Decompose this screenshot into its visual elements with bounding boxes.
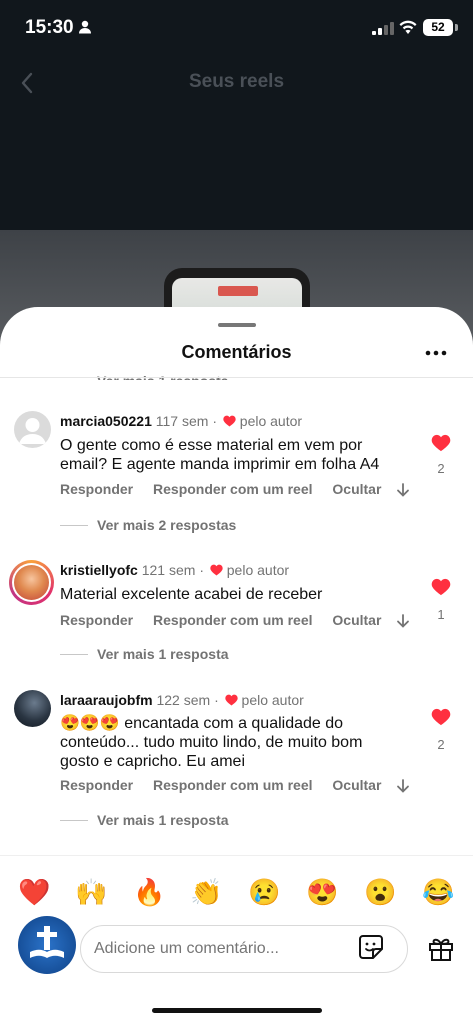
- emoji-laughing[interactable]: 😂: [422, 876, 454, 908]
- meta-separator: ·: [214, 692, 219, 708]
- down-arrow-icon[interactable]: [396, 483, 410, 497]
- sheet-title: Comentários: [181, 342, 292, 362]
- hide-button[interactable]: Ocultar: [332, 612, 381, 628]
- reply-with-reel-button[interactable]: Responder com um reel: [153, 777, 313, 793]
- author-like-heart-icon: [224, 694, 238, 706]
- comment-username[interactable]: marcia050221: [60, 413, 152, 429]
- page-title: Seus reels: [188, 71, 285, 92]
- like-count: 1: [437, 607, 445, 622]
- view-more-replies-label: Ver mais 2 respostas: [97, 517, 237, 533]
- sheet-grabber[interactable]: [218, 323, 256, 327]
- more-replies-partial[interactable]: Ver mais 1 resposta: [97, 370, 229, 380]
- like-heart-icon[interactable]: [431, 708, 451, 726]
- person-icon: [79, 20, 91, 34]
- reply-button[interactable]: Responder: [60, 777, 133, 793]
- replies-line: [60, 654, 88, 655]
- status-bar: 15:30 52: [0, 0, 473, 56]
- view-more-replies-button[interactable]: Ver mais 1 resposta: [60, 812, 229, 828]
- emoji-quick-bar: ❤️ 🙌 🔥 👏 😢 😍 😮 😂: [0, 855, 473, 925]
- battery-indicator: 52: [423, 19, 453, 36]
- comment-meta: marcia050221 117 sem · pelo autor: [60, 413, 302, 429]
- like-count: 2: [437, 461, 445, 476]
- avatar-photo: [14, 565, 49, 600]
- default-avatar-icon: [19, 418, 46, 444]
- more-options-icon[interactable]: [425, 350, 447, 356]
- wifi-icon: [399, 20, 417, 34]
- replies-line: [60, 820, 88, 821]
- battery-tip: [455, 24, 458, 31]
- comment-username[interactable]: laraaraujobfm: [60, 692, 153, 708]
- comment-meta: laraaraujobfm 122 sem · pelo autor: [60, 692, 304, 708]
- emoji-crying[interactable]: 😢: [248, 876, 280, 908]
- comment-age: 122 sem: [156, 692, 211, 708]
- status-time: 15:30: [25, 17, 74, 38]
- reply-with-reel-button[interactable]: Responder com um reel: [153, 612, 313, 628]
- emoji-raised-hands[interactable]: 🙌: [75, 876, 107, 908]
- view-more-replies-label: Ver mais 1 resposta: [97, 812, 229, 828]
- view-more-replies-button[interactable]: Ver mais 2 respostas: [60, 517, 236, 533]
- emoji-heart[interactable]: ❤️: [18, 876, 50, 908]
- like-heart-icon[interactable]: [431, 434, 451, 452]
- comment-meta: kristiellyofc 121 sem · pelo autor: [60, 562, 289, 578]
- meta-separator: ·: [199, 562, 204, 578]
- avatar[interactable]: [14, 690, 51, 727]
- gift-icon[interactable]: [427, 934, 455, 962]
- avatar[interactable]: [9, 560, 54, 605]
- reply-with-reel-button[interactable]: Responder com um reel: [153, 481, 313, 497]
- comment-age: 121 sem: [141, 562, 196, 578]
- comment-age: 117 sem: [155, 413, 209, 429]
- emoji-heart-eyes[interactable]: 😍: [306, 876, 338, 908]
- signal-icon: [372, 22, 394, 35]
- view-more-replies-button[interactable]: Ver mais 1 resposta: [60, 646, 229, 662]
- replies-line: [60, 525, 88, 526]
- down-arrow-icon[interactable]: [396, 779, 410, 793]
- sticker-icon[interactable]: [358, 934, 384, 960]
- emoji-fire[interactable]: 🔥: [133, 876, 165, 908]
- sheet-divider: [0, 377, 473, 378]
- comments-sheet: Comentários Ver mais 1 resposta marcia05…: [0, 307, 473, 1024]
- my-avatar: [18, 916, 76, 974]
- comment-actions: Responder Responder com um reel Ocultar: [60, 481, 397, 497]
- hide-button[interactable]: Ocultar: [332, 481, 381, 497]
- avatar-ring-inner: [12, 563, 51, 602]
- reel-thumbnail-sticker: [218, 286, 258, 296]
- like-count: 2: [437, 737, 445, 752]
- home-indicator: [152, 1008, 322, 1013]
- author-like-heart-icon: [223, 415, 236, 427]
- reply-button[interactable]: Responder: [60, 481, 133, 497]
- emoji-clap[interactable]: 👏: [190, 876, 222, 908]
- comment-actions: Responder Responder com um reel Ocultar: [60, 777, 397, 793]
- author-like-heart-icon: [210, 564, 223, 576]
- hide-button[interactable]: Ocultar: [332, 777, 381, 793]
- comment-text: O gente como é esse material em vem por …: [60, 437, 380, 473]
- author-like-label: pelo autor: [239, 413, 303, 429]
- church-logo-icon: [30, 926, 64, 958]
- comment-text: 😍😍😍 encantada com a qualidade do conteúd…: [60, 715, 363, 770]
- comment-actions: Responder Responder com um reel Ocultar: [60, 612, 397, 628]
- avatar[interactable]: [14, 411, 51, 448]
- comment-text: Material excelente acabei de receber: [60, 586, 323, 603]
- author-like-label: pelo autor: [226, 562, 290, 578]
- view-more-replies-label: Ver mais 1 resposta: [97, 646, 229, 662]
- meta-separator: ·: [212, 413, 217, 429]
- comment-username[interactable]: kristiellyofc: [60, 562, 138, 578]
- like-heart-icon[interactable]: [431, 578, 451, 596]
- emoji-surprised[interactable]: 😮: [364, 876, 396, 908]
- author-like-label: pelo autor: [241, 692, 304, 708]
- reply-button[interactable]: Responder: [60, 612, 133, 628]
- down-arrow-icon[interactable]: [396, 614, 410, 628]
